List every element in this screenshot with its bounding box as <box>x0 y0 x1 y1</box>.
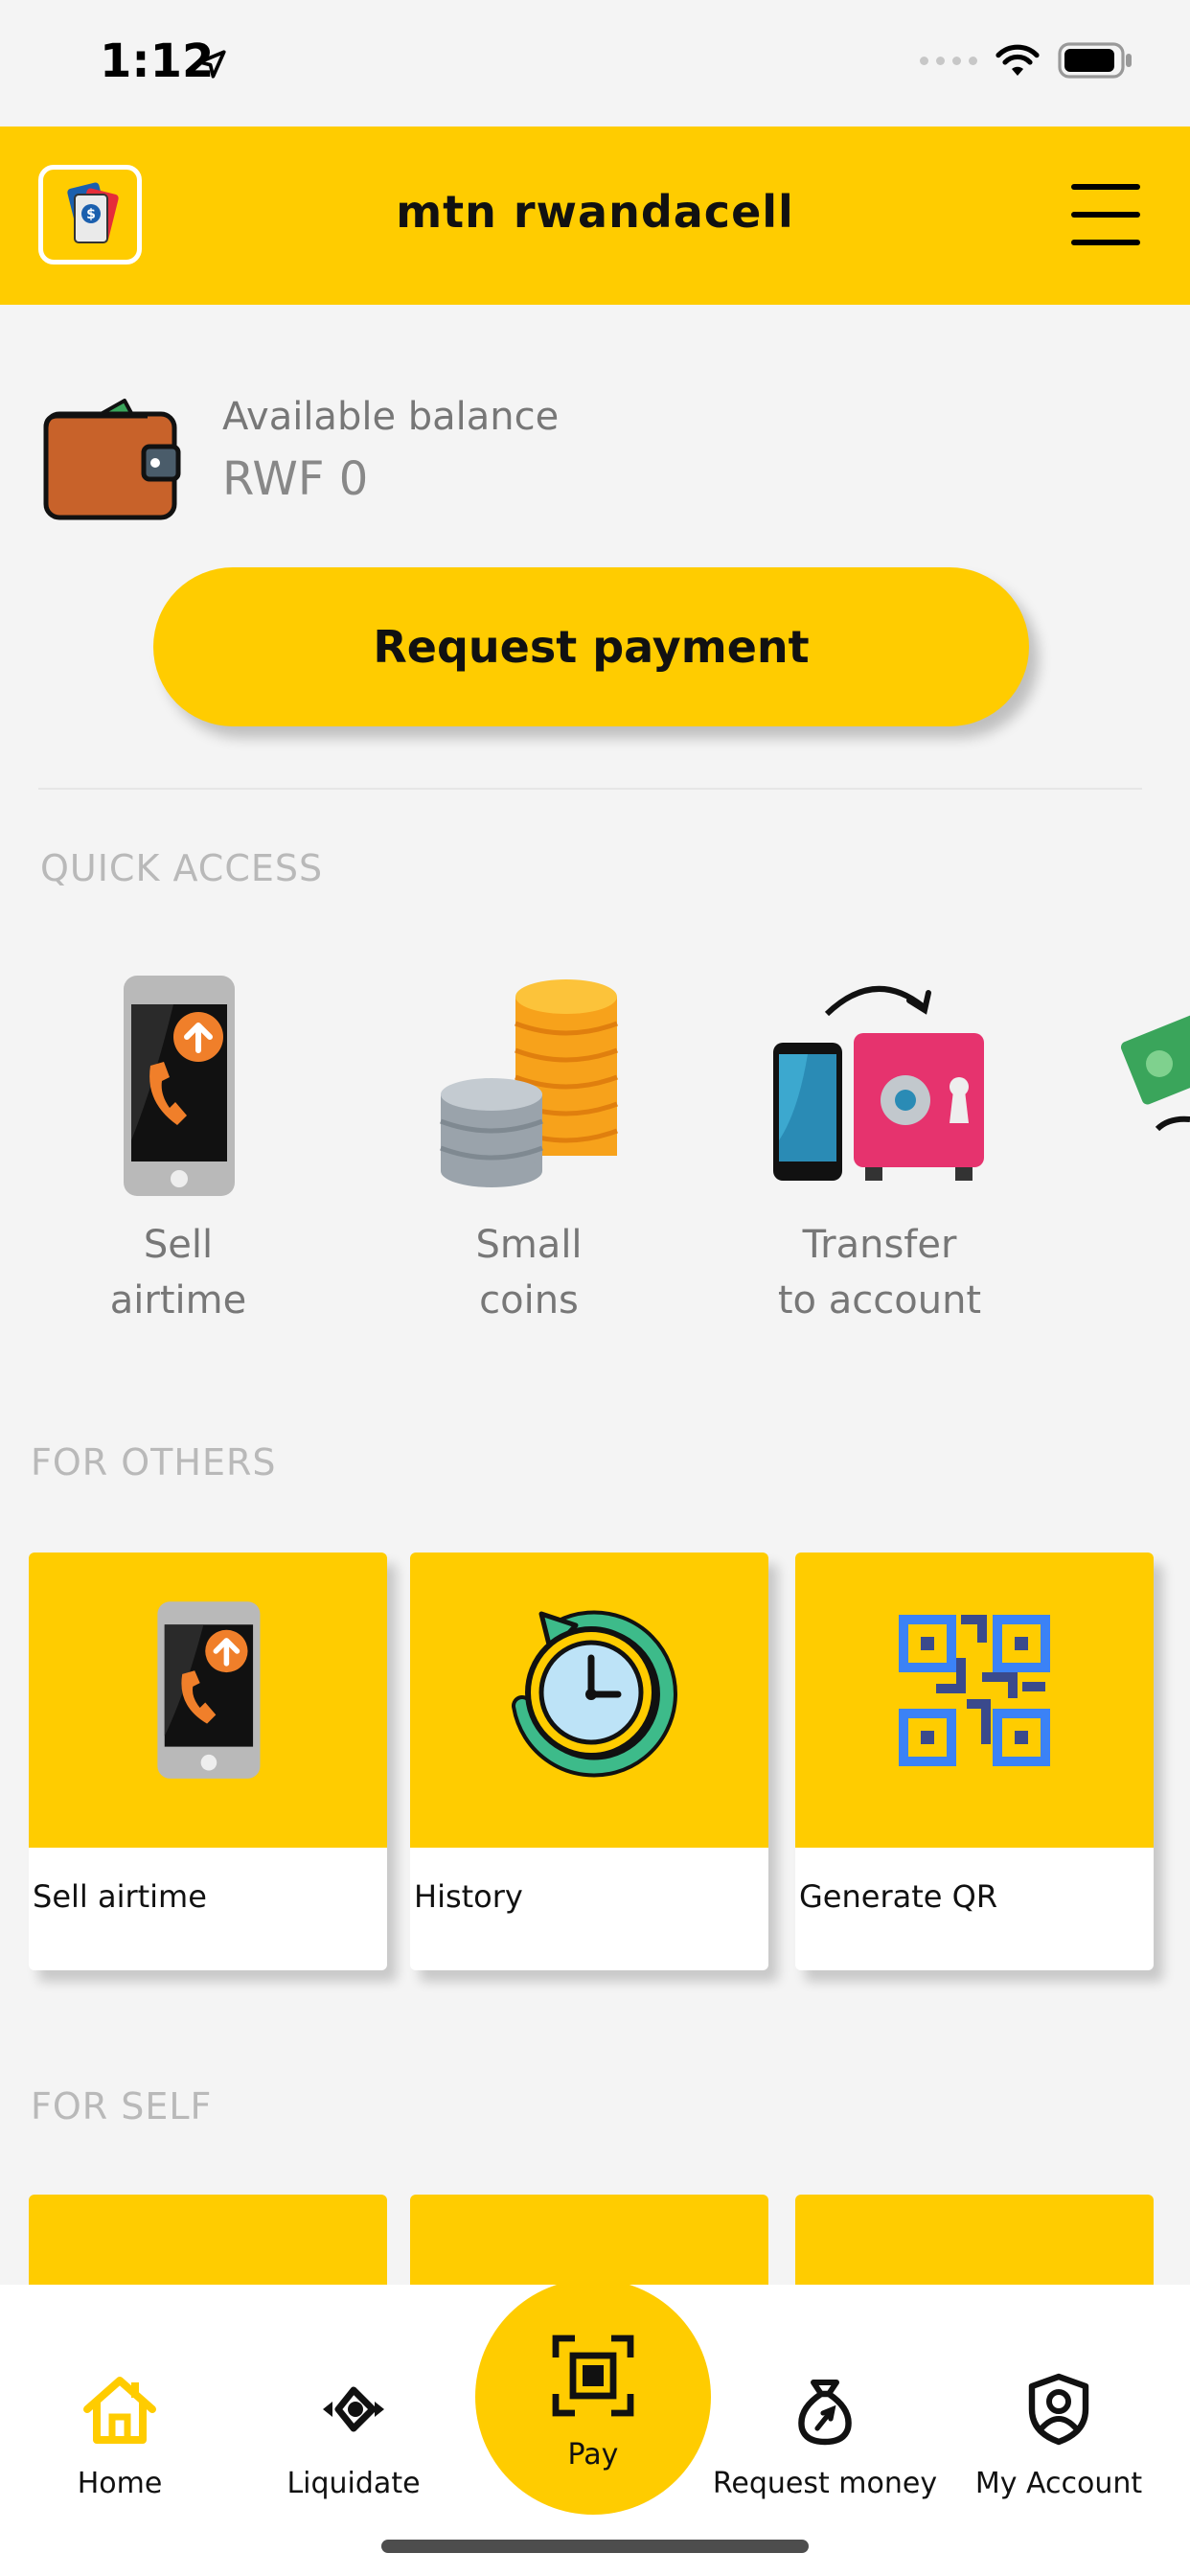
shield-user-icon <box>1028 2373 1089 2446</box>
wifi-icon <box>995 44 1040 76</box>
coins-icon <box>440 979 618 1187</box>
quick-access-partial-item[interactable]: R <box>1064 958 1190 1198</box>
status-bar: 1:12 <box>0 0 1190 126</box>
home-indicator <box>381 2540 809 2553</box>
balance-value: RWF 0 <box>222 452 369 506</box>
hamburger-menu-icon[interactable] <box>1071 180 1140 249</box>
app-title: mtn rwandacell <box>396 186 794 238</box>
quick-access-label: Sell airtime <box>109 1223 247 1322</box>
request-payment-button[interactable]: Request payment <box>153 567 1029 726</box>
card-label: Generate QR <box>799 1878 998 1915</box>
quick-access-transfer-to-account[interactable]: Transfer to account <box>717 958 1042 1322</box>
quick-access-small-coins[interactable]: Small coins <box>366 958 692 1322</box>
signal-dots-icon <box>920 56 977 65</box>
qr-code-icon <box>899 1615 1050 1766</box>
pay-button[interactable]: Pay <box>475 2279 711 2515</box>
money-bag-icon <box>798 2380 852 2446</box>
nav-label: Request money <box>712 2467 938 2500</box>
phone-upload-icon <box>157 1601 261 1779</box>
status-indicators <box>920 42 1134 79</box>
quick-access-title: QUICK ACCESS <box>40 847 324 889</box>
quick-access-label: Transfer to account <box>777 1223 982 1322</box>
card-history[interactable]: History <box>410 1552 768 1970</box>
divider <box>38 788 1142 790</box>
qr-scan-icon <box>552 2334 634 2417</box>
for-self-title: FOR SELF <box>31 2085 213 2128</box>
nav-home[interactable]: Home <box>0 2371 240 2500</box>
card-sell-airtime[interactable]: Sell airtime <box>29 1552 387 1970</box>
quick-access-sell-airtime[interactable]: Sell airtime <box>15 958 341 1322</box>
card-generate-qr[interactable]: Generate QR <box>795 1552 1154 1970</box>
liquidate-icon <box>323 2386 384 2432</box>
phone-upload-icon <box>124 976 235 1196</box>
nav-label: Liquidate <box>286 2467 421 2500</box>
card-label: Sell airtime <box>33 1878 207 1915</box>
transfer-safe-icon <box>773 985 984 1181</box>
balance-label: Available balance <box>222 395 560 439</box>
nav-liquidate[interactable]: Liquidate <box>234 2371 473 2500</box>
money-icon <box>1120 1013 1190 1132</box>
battery-icon <box>1058 42 1132 79</box>
home-icon <box>83 2377 156 2444</box>
nav-label: Home <box>77 2467 163 2500</box>
card-label: History <box>414 1878 523 1915</box>
quick-access-label: Small coins <box>475 1223 583 1322</box>
nav-request-money[interactable]: Request money <box>705 2371 945 2500</box>
for-others-title: FOR OTHERS <box>31 1441 277 1484</box>
nav-my-account[interactable]: My Account <box>939 2371 1179 2500</box>
location-arrow-icon <box>197 50 226 79</box>
pay-label: Pay <box>567 2438 619 2472</box>
wallet-icon <box>43 399 181 520</box>
clock-history-icon <box>512 1610 677 1778</box>
nav-label: My Account <box>974 2467 1143 2500</box>
app-header: $ mtn rwandacell <box>0 126 1190 305</box>
